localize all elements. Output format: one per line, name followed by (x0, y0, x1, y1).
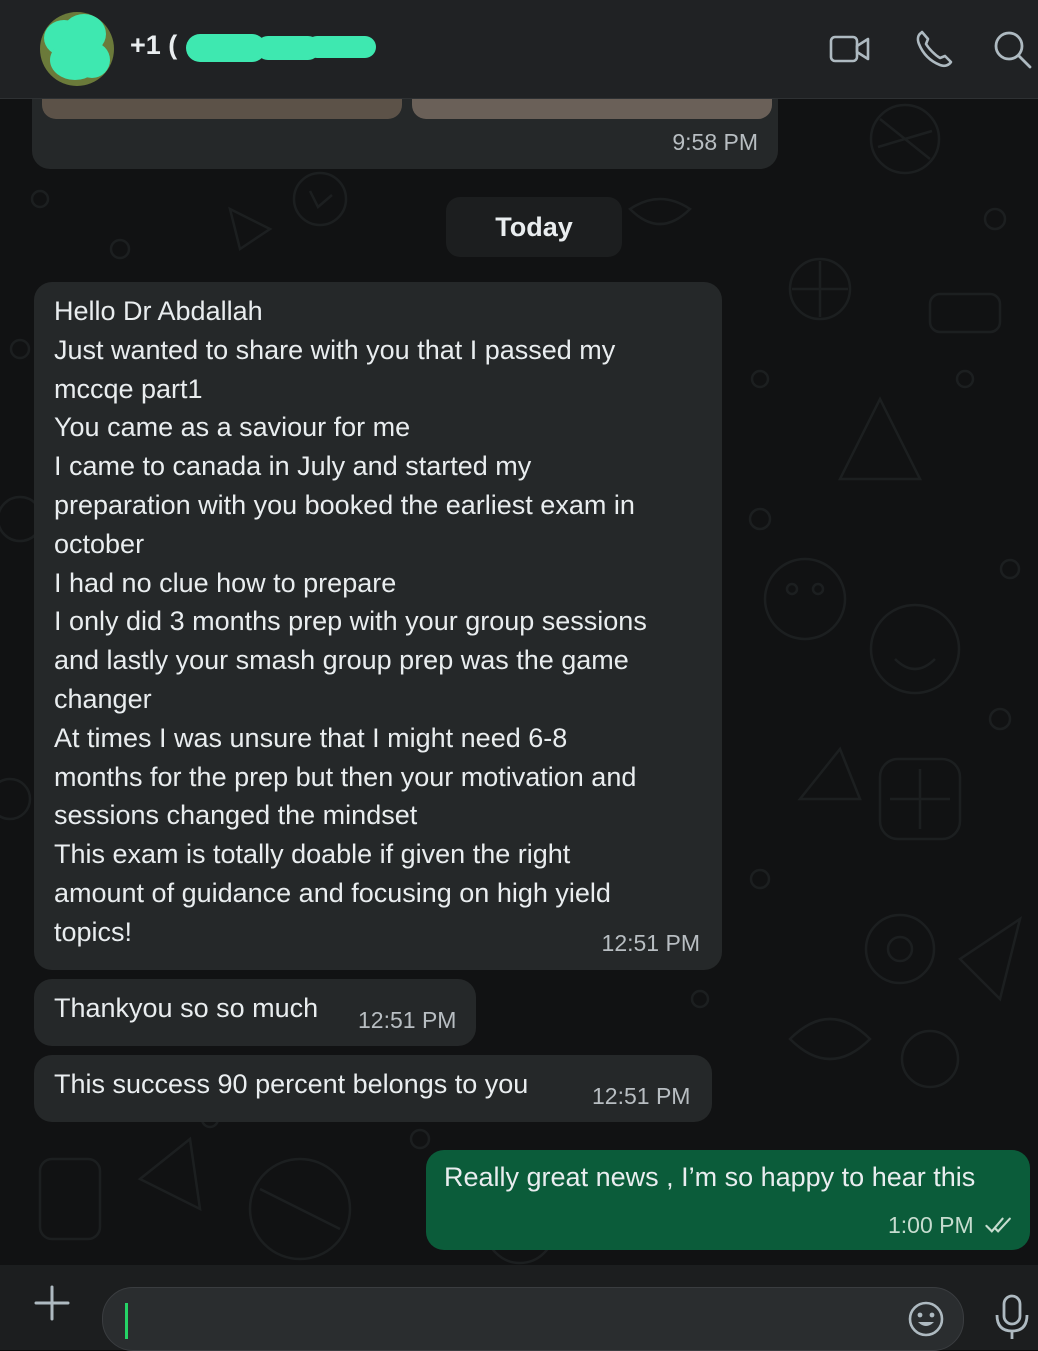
chat-area[interactable]: 9:58 PM Today Hello Dr Abdallah Just wan… (0, 99, 1038, 1265)
incoming-message[interactable]: Thankyou so so much 12:51 PM (34, 979, 476, 1046)
date-separator: Today (446, 197, 622, 257)
chat-header: +1 ( (0, 0, 1038, 99)
contact-avatar[interactable] (40, 12, 114, 86)
message-text: This success 90 percent belongs to you (54, 1069, 529, 1099)
message-text: Really great news , I’m so happy to hear… (444, 1162, 976, 1192)
contact-name[interactable]: +1 ( (130, 30, 177, 61)
message-input-box[interactable] (102, 1287, 964, 1351)
composer-bar (0, 1265, 1038, 1351)
previous-media-message[interactable]: 9:58 PM (32, 99, 778, 169)
microphone-icon[interactable] (990, 1293, 1034, 1341)
text-caret (125, 1303, 128, 1339)
message-text: Hello Dr Abdallah Just wanted to share w… (54, 296, 647, 947)
message-time: 1:00 PM (888, 1212, 974, 1238)
search-icon[interactable] (990, 27, 1034, 71)
redacted-phone-number (186, 34, 266, 62)
incoming-message[interactable]: Hello Dr Abdallah Just wanted to share w… (34, 282, 722, 970)
video-call-icon[interactable] (828, 27, 872, 71)
outgoing-message[interactable]: Really great news , I’m so happy to hear… (426, 1150, 1030, 1250)
read-receipt-icon (985, 1217, 1011, 1233)
media-thumbnail[interactable] (412, 99, 772, 119)
message-time: 9:58 PM (672, 129, 758, 155)
incoming-message[interactable]: This success 90 percent belongs to you 1… (34, 1055, 712, 1122)
message-time: 12:51 PM (601, 930, 700, 956)
media-thumbnail[interactable] (42, 99, 402, 119)
voice-call-icon[interactable] (912, 27, 956, 71)
message-input[interactable] (137, 1298, 901, 1342)
message-time: 12:51 PM (358, 1007, 457, 1033)
redacted-phone-number-3 (306, 36, 376, 58)
emoji-icon[interactable] (907, 1300, 945, 1338)
message-time: 12:51 PM (592, 1083, 691, 1109)
message-text: Thankyou so so much (54, 993, 319, 1023)
attach-plus-icon[interactable] (32, 1283, 72, 1323)
